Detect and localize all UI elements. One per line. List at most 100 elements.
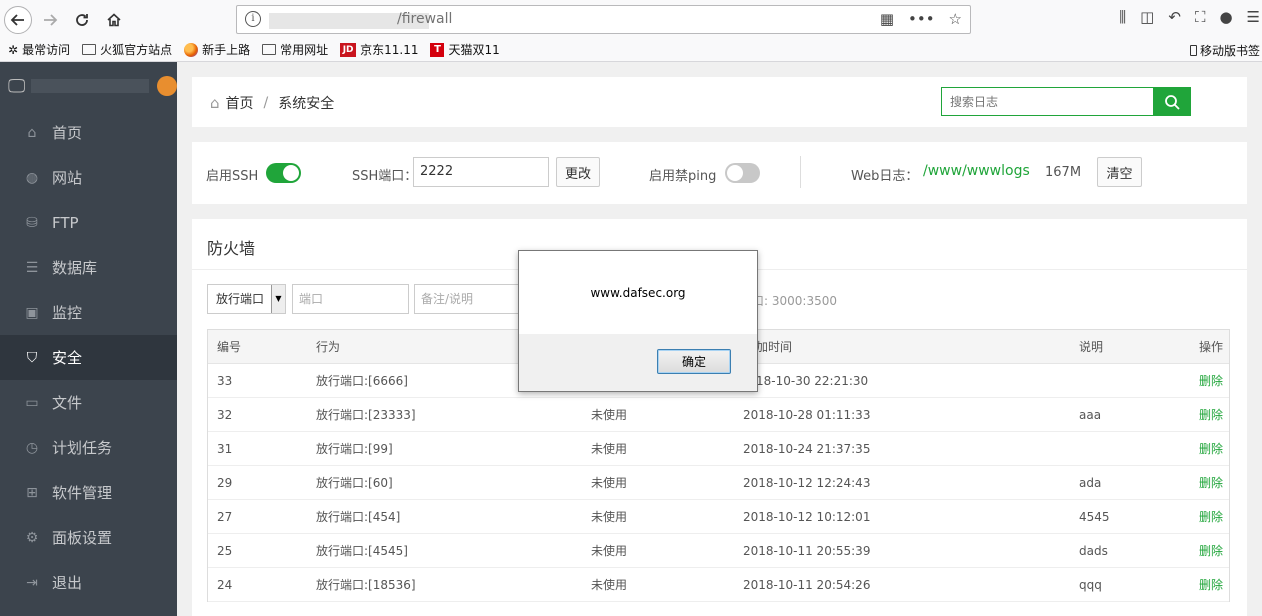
sidebar-item-5[interactable]: ⛉ 安全 (0, 335, 177, 380)
sidebar-icon[interactable]: ◫ (1140, 8, 1154, 26)
delete-link[interactable]: 删除 (1199, 466, 1223, 500)
bookmark-most-visited[interactable]: ✲ 最常访问 (8, 41, 70, 58)
sidebar-item-label: 面板设置 (52, 529, 113, 547)
search-icon (1165, 94, 1180, 110)
cell-note: ada (1079, 476, 1102, 490)
cell-action: 放行端口:[23333] (316, 408, 416, 422)
reload-button[interactable] (68, 6, 96, 34)
cell-id: 27 (217, 510, 233, 524)
mobile-bookmarks[interactable]: 移动版书签 (1189, 42, 1260, 59)
star-icon[interactable]: ☆ (949, 10, 962, 28)
back-button[interactable] (4, 6, 32, 34)
bookmark-firefox-sites[interactable]: 火狐官方站点 (82, 41, 172, 58)
bookmarks-bar: ✲ 最常访问 火狐官方站点 新手上路 常用网址 JD 京东11.11 T 天猫双… (0, 38, 1262, 62)
undo-icon[interactable]: ↶ (1168, 8, 1181, 26)
cell-time: 2018-10-11 20:55:39 (743, 544, 871, 558)
cell-action: 放行端口:[18536] (316, 578, 416, 592)
cell-action: 放行端口:[454] (316, 510, 401, 524)
cell-time: 2018-10-24 21:37:35 (743, 442, 871, 456)
clear-logs-button[interactable]: 清空 (1097, 157, 1142, 187)
cell-status: 未使用 (591, 442, 628, 456)
delete-link[interactable]: 删除 (1199, 568, 1223, 602)
rule-type-select[interactable]: 放行端口 ▼ (207, 284, 286, 314)
cell-note: aaa (1079, 408, 1102, 422)
cell-id: 31 (217, 442, 233, 456)
gear-icon: ✲ (8, 42, 19, 57)
col-time: 加时间 (756, 340, 793, 354)
cell-id: 32 (217, 408, 233, 422)
more-icon[interactable]: ••• (908, 10, 935, 28)
bookmark-jd[interactable]: JD 京东11.11 (340, 41, 418, 58)
url-actions: ▦ ••• ☆ (880, 10, 962, 28)
forward-button[interactable] (36, 6, 64, 34)
chat-icon[interactable]: ● (1219, 8, 1232, 26)
dialog-message: www.dafsec.org (519, 251, 757, 334)
ftp-icon: ⛁ (26, 214, 38, 231)
breadcrumb-home[interactable]: 首页 (226, 93, 254, 113)
bookmark-common-sites[interactable]: 常用网址 (262, 41, 328, 58)
ssh-enable-label: 启用SSH (206, 169, 259, 184)
ping-label: 启用禁ping (649, 169, 717, 184)
delete-link[interactable]: 删除 (1199, 500, 1223, 534)
logout-icon: ⇥ (26, 574, 38, 591)
menu-icon[interactable]: ☰ (1247, 8, 1260, 26)
cell-note: qqq (1079, 578, 1102, 592)
cell-status: 未使用 (591, 476, 628, 490)
log-search (941, 87, 1191, 116)
sidebar-item-8[interactable]: ⊞ 软件管理 (0, 470, 177, 515)
library-icon[interactable]: ⫼ (1119, 8, 1126, 26)
gear-icon: ⚙ (25, 529, 39, 546)
home-icon (107, 13, 121, 27)
sidebar-item-1[interactable]: ◍ 网站 (0, 155, 177, 200)
sidebar-item-label: 首页 (52, 124, 83, 142)
col-op: 操作 (1199, 340, 1224, 354)
home-icon: ⌂ (27, 124, 37, 141)
sidebar-item-6[interactable]: ▭ 文件 (0, 380, 177, 425)
sidebar-item-10[interactable]: ⇥ 退出 (0, 560, 177, 605)
ssh-port-input[interactable]: 2222 (413, 157, 549, 187)
delete-link[interactable]: 删除 (1199, 432, 1223, 466)
sidebar-item-7[interactable]: ◷ 计划任务 (0, 425, 177, 470)
delete-link[interactable]: 删除 (1199, 398, 1223, 432)
sidebar-item-3[interactable]: ☰ 数据库 (0, 245, 177, 290)
delete-link[interactable]: 删除 (1199, 534, 1223, 568)
weblog-size: 167M (1045, 165, 1082, 180)
weblog-path-link[interactable]: /www/wwwlogs (923, 163, 1030, 179)
port-range-hint: 口: 3000:3500 (752, 294, 837, 308)
ok-button[interactable]: 确定 (657, 349, 731, 374)
sidebar-item-9[interactable]: ⚙ 面板设置 (0, 515, 177, 560)
sidebar-item-0[interactable]: ⌂ 首页 (0, 110, 177, 155)
qrcode-icon[interactable]: ▦ (880, 10, 894, 28)
port-input[interactable]: 端口 (292, 284, 409, 314)
sidebar-item-2[interactable]: ⛁ FTP (0, 200, 177, 245)
cell-status: 未使用 (591, 408, 628, 422)
bookmark-tmall[interactable]: T 天猫双11 (430, 41, 500, 58)
url-bar[interactable]: i /firewall ▦ ••• ☆ (236, 5, 971, 34)
firewall-title: 防火墙 (207, 239, 256, 258)
panel-logo[interactable]: 🖵 (0, 62, 177, 110)
search-input[interactable] (942, 88, 1142, 115)
cell-time: 18-10-30 22:21:30 (756, 374, 869, 388)
table-row: 29 放行端口:[60] 未使用 2018-10-12 12:24:43 ada 删除 (208, 466, 1229, 500)
bookmark-getting-started[interactable]: 新手上路 (184, 41, 250, 58)
breadcrumb-bar: ⌂ 首页 / 系统安全 (192, 77, 1247, 127)
info-icon[interactable]: i (245, 11, 261, 27)
sidebar-item-4[interactable]: ▣ 监控 (0, 290, 177, 335)
delete-link[interactable]: 删除 (1199, 364, 1223, 398)
mobile-icon (1189, 45, 1197, 56)
folder-icon (82, 44, 97, 55)
home-button[interactable] (100, 6, 128, 34)
sidebar-item-label: 计划任务 (52, 439, 113, 457)
screenshot-icon[interactable]: ⛶ (1195, 8, 1206, 26)
cell-id: 24 (217, 578, 233, 592)
sidebar-item-label: FTP (52, 213, 79, 232)
breadcrumb-separator: / (263, 95, 269, 111)
search-button[interactable] (1153, 87, 1191, 116)
remark-input[interactable]: 备注/说明 (414, 284, 524, 314)
cell-time: 2018-10-28 01:11:33 (743, 408, 871, 422)
ssh-toggle[interactable] (266, 163, 301, 183)
cell-id: 29 (217, 476, 233, 490)
ping-toggle[interactable] (725, 163, 760, 183)
change-port-button[interactable]: 更改 (556, 157, 600, 187)
logo-badge (157, 76, 177, 96)
